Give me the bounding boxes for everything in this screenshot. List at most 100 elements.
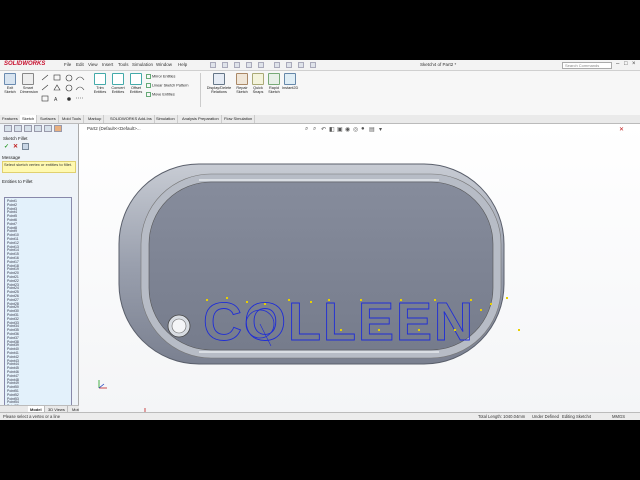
ok-check-icon[interactable]: ✓ [4, 143, 9, 150]
configuration-tab-icon[interactable] [24, 125, 32, 132]
sketch-vertex[interactable] [400, 299, 402, 301]
open-icon[interactable] [222, 62, 228, 68]
tab-analysis-preparation[interactable]: Analysis Preparation [180, 115, 222, 123]
tab-simulation[interactable]: Simulation [154, 115, 178, 123]
minimize-icon[interactable]: – [616, 61, 619, 67]
save-icon[interactable] [234, 62, 240, 68]
status-message: Please select a vertex or a line [3, 414, 61, 419]
offset-entities-button[interactable]: Offset Entities [128, 73, 144, 94]
tab-flow-simulation[interactable]: Flow Simulation [222, 115, 256, 123]
undo-icon[interactable] [258, 62, 264, 68]
status-total-length: Total Length: 1040.04mm [478, 414, 526, 419]
sketch-vertex[interactable] [378, 329, 380, 331]
linear-pattern-button[interactable]: Linear Sketch Pattern [146, 83, 189, 88]
move-icon [146, 92, 151, 97]
property-manager-title: Sketch Fillet [3, 136, 28, 141]
sketch-vertex[interactable] [328, 299, 330, 301]
convert-entities-button[interactable]: Convert Entities [110, 73, 126, 94]
keep-visible-pin-icon[interactable] [22, 143, 29, 150]
sketch-vertex[interactable] [288, 299, 290, 301]
sketch-vertex[interactable] [418, 329, 420, 331]
tab-surfaces[interactable]: Surfaces [38, 115, 59, 123]
menu-window[interactable]: Window [156, 62, 172, 67]
feature-tree-tab-icon[interactable] [4, 125, 12, 132]
cancel-x-icon[interactable]: ✕ [13, 143, 18, 150]
ribbon-divider [200, 73, 201, 107]
mirror-entities-button[interactable]: Mirror Entities [146, 74, 175, 79]
exit-sketch-button[interactable]: Exit Sketch [2, 73, 18, 94]
menu-help[interactable]: Help [178, 62, 187, 67]
status-sketch-state: Under Defined [532, 414, 560, 419]
dimxpert-tab-icon[interactable] [34, 125, 42, 132]
sketch-vertex[interactable] [246, 301, 248, 303]
sketch-vertex[interactable] [310, 301, 312, 303]
offset-entities-icon [130, 73, 142, 85]
search-commands-input[interactable]: Search Commands [562, 61, 612, 69]
new-document-icon[interactable] [210, 62, 216, 68]
graphics-area[interactable]: Part2 (Default<<Default>... ⌕ ⌕ ↶ ◧ ▣ ◉ … [79, 124, 640, 412]
sketch-vertex[interactable] [264, 303, 266, 305]
part-model[interactable]: COLLEEN [79, 124, 640, 412]
solidworks-window: SOLIDWORKS File Edit View Insert Tools S… [0, 60, 640, 420]
repair-sketch-button[interactable]: Repair Sketch [234, 73, 250, 94]
sketch-vertex[interactable] [506, 297, 508, 299]
options-icon[interactable] [310, 62, 316, 68]
tab-sketch[interactable]: Sketch [20, 115, 38, 123]
close-icon[interactable]: × [632, 61, 636, 67]
exit-sketch-icon [4, 73, 16, 85]
trim-entities-icon [94, 73, 106, 85]
sketch-vertex[interactable] [470, 299, 472, 301]
tab-features[interactable]: Features [0, 115, 21, 123]
entities-header: Entities to Fillet [2, 179, 33, 184]
file-properties-icon[interactable] [298, 62, 304, 68]
tab-markup[interactable]: Markup [86, 115, 105, 123]
command-manager-ribbon: Exit Sketch Smart Dimension A Trim Entit… [0, 71, 640, 116]
svg-text:A: A [54, 97, 58, 103]
display-manager-tab-icon[interactable] [44, 125, 52, 132]
sketch-vertex[interactable] [340, 329, 342, 331]
menu-file[interactable]: File [64, 62, 71, 67]
tab-addins[interactable]: SOLIDWORKS Add-Ins [108, 115, 155, 123]
instant2d-icon [284, 73, 296, 85]
rebuild-icon[interactable] [286, 62, 292, 68]
menu-tools[interactable]: Tools [118, 62, 129, 67]
display-delete-relations-button[interactable]: Display/Delete Relations [206, 73, 232, 94]
menu-insert[interactable]: Insert [102, 62, 113, 67]
solidworks-logo: SOLIDWORKS [4, 61, 46, 67]
sketch-vertex[interactable] [206, 299, 208, 301]
property-manager: Sketch Fillet ✓ ✕ Message Select sketch … [0, 124, 79, 420]
entities-to-fillet-list[interactable]: Point1 Point2 Point3 Point4 Point5 Point6 Poin… [4, 197, 72, 420]
appearance-tab-icon[interactable] [54, 125, 62, 132]
rapid-sketch-button[interactable]: Rapid Sketch [266, 73, 282, 94]
command-tabs: Features Sketch Surfaces Mold Tools Mark… [0, 115, 640, 124]
select-icon[interactable] [274, 62, 280, 68]
status-units[interactable]: MMGS [612, 414, 625, 419]
tab-mold-tools[interactable]: Mold Tools [60, 115, 85, 123]
sketch-tool-icons[interactable]: A [40, 74, 90, 108]
quick-snaps-button[interactable]: Quick Snaps [250, 73, 266, 94]
sketch-vertex[interactable] [434, 299, 436, 301]
sketch-vertex[interactable] [490, 303, 492, 305]
status-bar: Please select a vertex or a line Total L… [0, 412, 640, 420]
sketch-vertex[interactable] [518, 329, 520, 331]
sketch-vertex[interactable] [480, 309, 482, 311]
sketch-vertex[interactable] [454, 329, 456, 331]
property-manager-tab-icon[interactable] [14, 125, 22, 132]
title-bar: SOLIDWORKS File Edit View Insert Tools S… [0, 60, 640, 71]
menu-simulation[interactable]: Simulation [132, 62, 153, 67]
instant2d-button[interactable]: Instant2D [282, 73, 298, 90]
smart-dimension-icon [22, 73, 34, 85]
quick-snaps-icon [252, 73, 264, 85]
move-entities-button[interactable]: Move Entities [146, 92, 175, 97]
maximize-icon[interactable]: □ [624, 61, 628, 67]
print-icon[interactable] [246, 62, 252, 68]
document-title: Sketch4 of Part2 * [420, 62, 457, 67]
trim-entities-button[interactable]: Trim Entities [92, 73, 108, 94]
sketch-entities-group: A [40, 74, 90, 108]
menu-edit[interactable]: Edit [76, 62, 84, 67]
message-box: Select sketch vertex or entities to fill… [2, 161, 76, 173]
sketch-vertex[interactable] [226, 297, 228, 299]
sketch-vertex[interactable] [360, 299, 362, 301]
smart-dimension-button[interactable]: Smart Dimension [20, 73, 38, 94]
menu-view[interactable]: View [88, 62, 98, 67]
